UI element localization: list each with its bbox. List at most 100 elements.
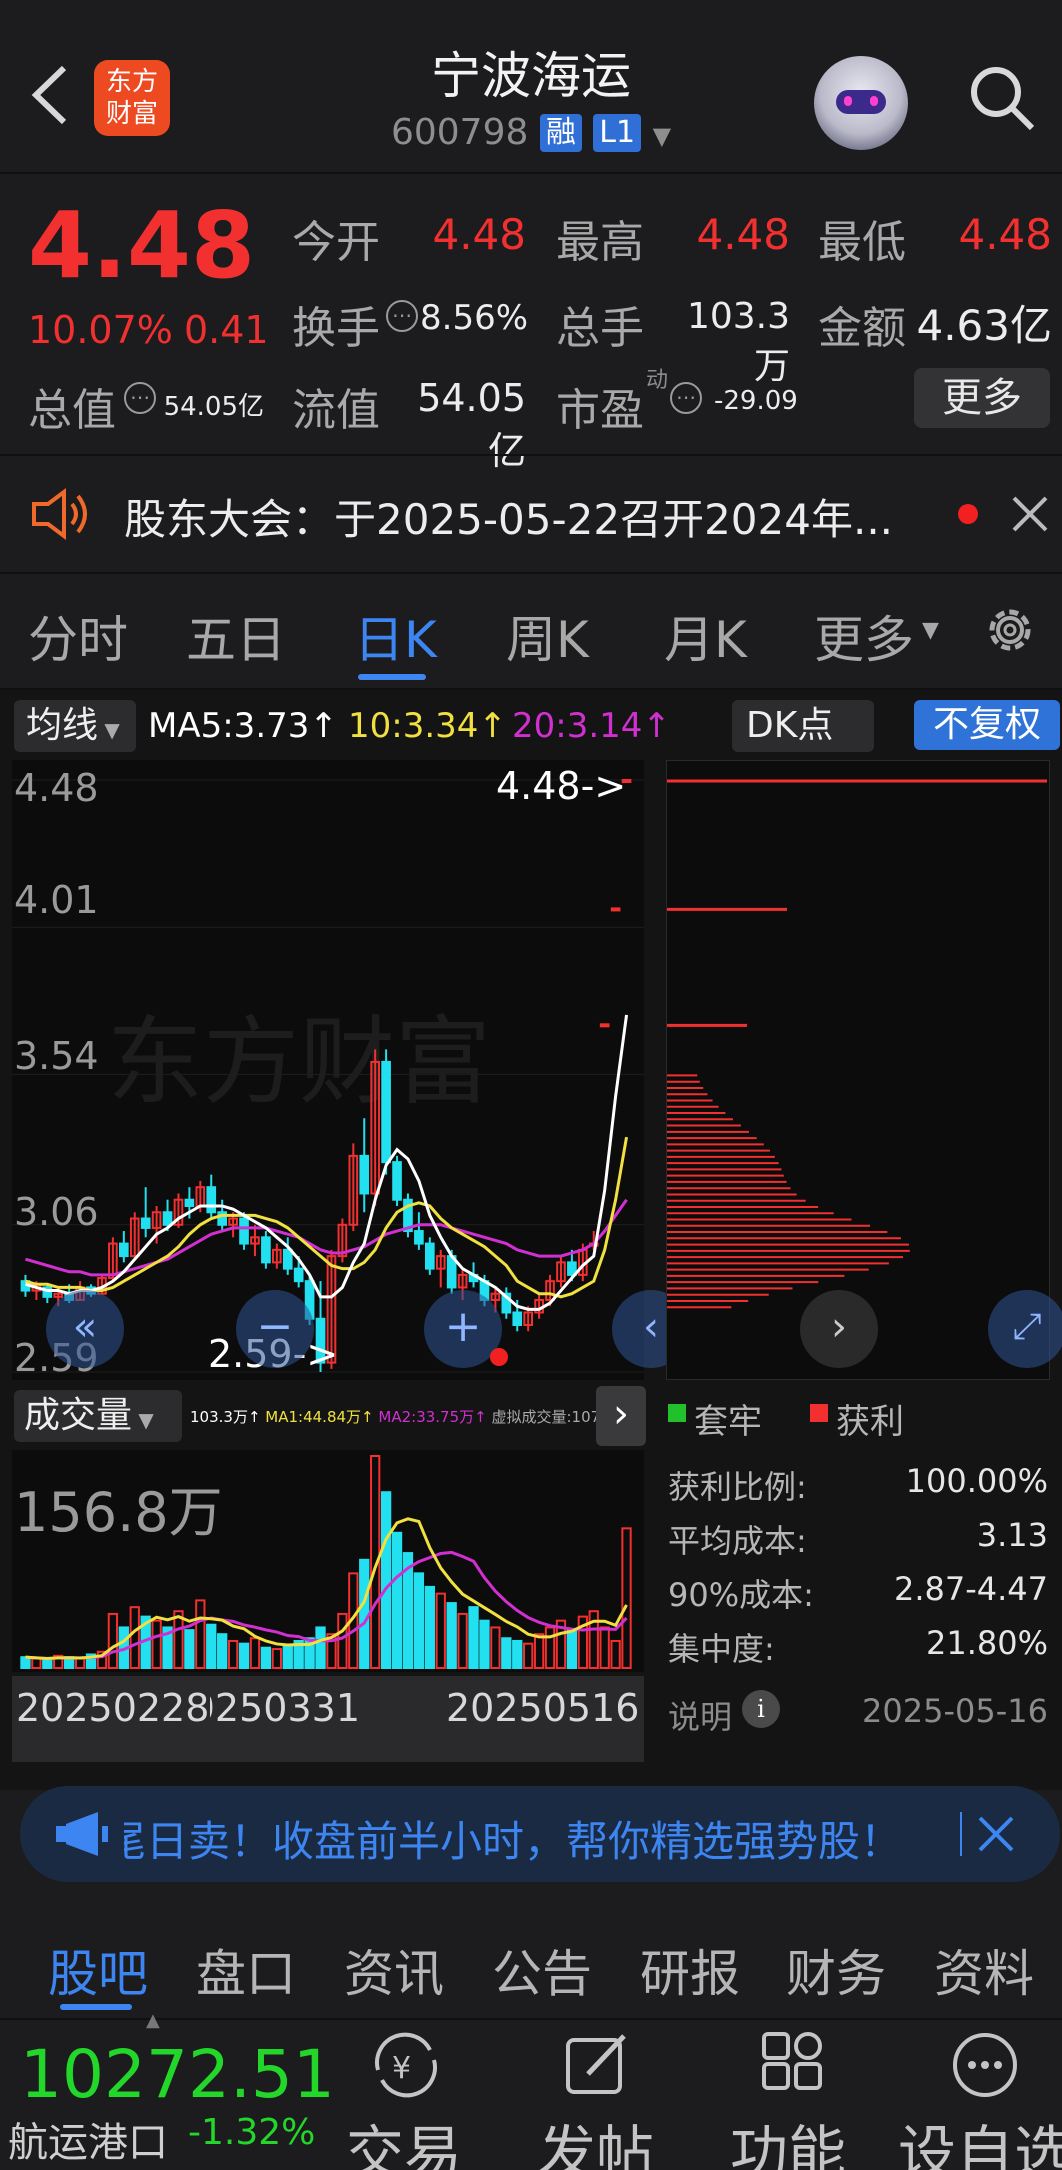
volume-bar	[238, 1642, 250, 1670]
functions-button[interactable]: 功能	[730, 2106, 846, 2170]
amount-value: 4.63亿	[916, 301, 1052, 350]
index-change: -1.32%	[188, 2112, 316, 2153]
candle-body	[239, 1217, 249, 1245]
high-value: 4.48	[696, 210, 790, 259]
volume-bar	[129, 1606, 140, 1669]
tab-monthly-k[interactable]: 月K	[664, 600, 747, 672]
chip-distribution-chart[interactable]	[666, 760, 1050, 1380]
close-icon[interactable]	[976, 1814, 1016, 1854]
volume-bar	[533, 1633, 545, 1669]
index-value[interactable]: 10272.51	[20, 2036, 335, 2113]
candle-body	[424, 1242, 435, 1270]
turnover-value: 8.56%	[420, 298, 529, 338]
tab-order-book[interactable]: 盘口	[196, 1934, 296, 2006]
amount-label: 金额	[818, 303, 906, 354]
volume-bar	[173, 1610, 184, 1669]
change-pct: 10.07%	[28, 308, 173, 352]
profit-ratio-label: 获利比例:	[668, 1468, 807, 1506]
volume-bar	[380, 1491, 392, 1669]
volume-bar	[74, 1657, 86, 1670]
more-button[interactable]: 更多	[914, 368, 1050, 428]
ma10-value: 10:3.34↑	[348, 706, 507, 746]
volume-bar	[315, 1626, 326, 1670]
legend-trapped: 套牢	[694, 1402, 762, 1442]
candle-body	[381, 1060, 391, 1164]
tab-news[interactable]: 资讯	[344, 1934, 444, 2006]
adjust-button[interactable]: 不复权	[914, 700, 1060, 750]
volume-expand-button[interactable]: ›	[596, 1386, 646, 1446]
volume-bar	[446, 1602, 457, 1669]
volume-bar	[424, 1585, 435, 1669]
volume-bar	[599, 1626, 610, 1670]
info-icon[interactable]: i	[742, 1690, 780, 1728]
notice-text[interactable]: 股东大会：于2025-05-22召开2024年...	[124, 486, 893, 547]
market-cap-value: 54.05亿	[163, 392, 264, 422]
trade-button[interactable]: 交易	[346, 2106, 462, 2170]
concentration-label: 集中度:	[668, 1630, 775, 1668]
price-tick-4: 3.06	[14, 1190, 99, 1234]
ma-selector[interactable]: 均线 ▼	[14, 700, 136, 752]
dk-label: DK点	[746, 705, 834, 746]
expand-icon[interactable]: ⤢	[988, 1290, 1062, 1368]
price-tick-2: 4.01	[14, 878, 99, 922]
volume-bar	[31, 1657, 42, 1670]
robot-assistant-icon[interactable]	[814, 56, 908, 150]
volume-bar	[184, 1629, 195, 1669]
tab-finance[interactable]: 财务	[786, 1934, 886, 2006]
volume-bar	[391, 1531, 403, 1670]
date-tick-2: 20250331	[210, 1686, 360, 1730]
tab-announcements[interactable]: 公告	[492, 1934, 592, 2006]
promo-text: 尾日卖！收盘前半小时，帮你精选强势股！	[124, 1808, 964, 1869]
ma20-line	[25, 1198, 628, 1277]
open-label: 今开	[292, 217, 380, 268]
info-icon[interactable]: ⋯	[124, 382, 156, 414]
volume-bar	[260, 1646, 272, 1670]
speaker-icon	[30, 488, 92, 540]
level-tag: L1	[593, 114, 642, 152]
tab-guba[interactable]: 股吧	[48, 1934, 148, 2006]
volume-selector[interactable]: 成交量 ▼	[14, 1390, 182, 1442]
unread-dot	[958, 504, 978, 524]
volume-bar	[566, 1629, 578, 1669]
tab-daily-k[interactable]: 日K	[354, 600, 437, 672]
red-dot-indicator	[490, 1348, 508, 1366]
tab-research[interactable]: 研报	[640, 1934, 740, 2006]
add-watchlist-button[interactable]: 设自选	[898, 2106, 1062, 2170]
tab-profile[interactable]: 资料	[934, 1934, 1034, 2006]
info-icon[interactable]: ⋯	[386, 300, 418, 332]
low-label: 最低	[818, 217, 906, 268]
volume-bar	[523, 1642, 534, 1670]
tab-five-day[interactable]: 五日	[186, 600, 286, 672]
volume-bar	[512, 1639, 523, 1669]
scroll-left-fast-button[interactable]: «	[46, 1290, 124, 1368]
candle-body	[261, 1236, 271, 1264]
kline-chart[interactable]: 东方财富	[12, 760, 644, 1380]
volume-bar	[621, 1527, 632, 1669]
candle-body	[118, 1242, 129, 1258]
gear-icon[interactable]	[980, 600, 1040, 660]
chart-watermark: 东方财富	[107, 1009, 491, 1116]
info-icon[interactable]: ⋯	[670, 382, 702, 414]
megaphone-icon	[54, 1812, 110, 1856]
search-icon[interactable]	[966, 62, 1038, 134]
scroll-right-button[interactable]: ›	[800, 1290, 878, 1368]
tab-more[interactable]: 更多	[814, 600, 914, 672]
zoom-out-button[interactable]: −	[236, 1290, 314, 1368]
tab-intraday[interactable]: 分时	[28, 600, 128, 672]
volume-bar	[479, 1619, 490, 1670]
candle-body	[184, 1198, 195, 1207]
turnover-label: 换手	[292, 303, 380, 354]
tab-weekly-k[interactable]: 周K	[506, 600, 589, 672]
date-tick-1: 20250228	[16, 1686, 210, 1730]
post-button[interactable]: 发帖	[538, 2106, 654, 2170]
grid-icon	[758, 2030, 828, 2100]
promo-banner[interactable]: 尾日卖！收盘前半小时，帮你精选强势股！	[20, 1786, 1060, 1882]
close-icon[interactable]	[1010, 494, 1050, 534]
volume-bar	[206, 1623, 217, 1669]
dk-point-selector[interactable]: DK点	[732, 700, 874, 752]
legend-profit: 获利	[836, 1402, 904, 1442]
market-cap-label: 总值	[28, 385, 116, 436]
promo-text-content: 尾日卖！收盘前半小时，帮你精选强势股！	[124, 1817, 903, 1866]
note-label[interactable]: 说明	[668, 1692, 732, 1738]
ma20-value: 20:3.14↑	[512, 706, 671, 746]
